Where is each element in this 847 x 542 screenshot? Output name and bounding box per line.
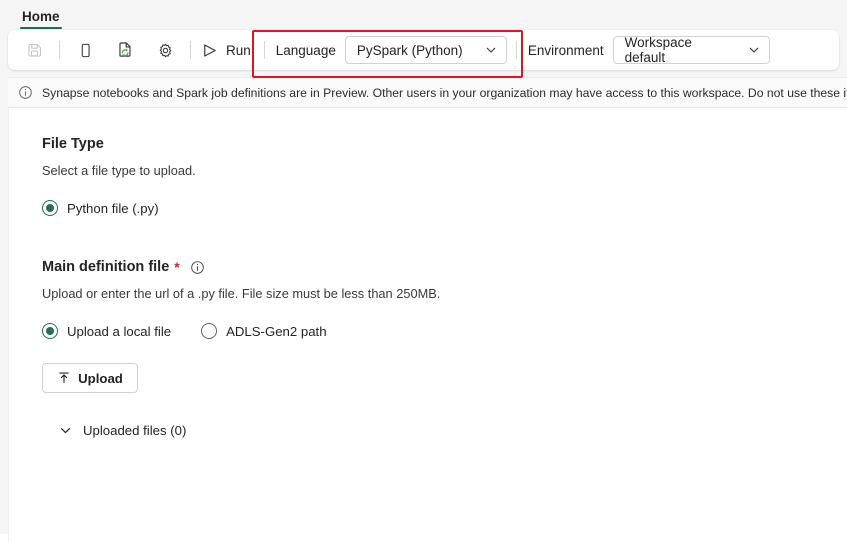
upload-icon <box>57 371 71 385</box>
radio-option-label: ADLS-Gen2 path <box>226 323 327 339</box>
radio-indicator[interactable] <box>42 200 58 216</box>
toolbar-separator <box>515 41 517 59</box>
main-definition-file-radio-group: Upload a local file ADLS-Gen2 path <box>42 323 847 339</box>
upload-button-label: Upload <box>78 370 123 386</box>
main-definition-file-title: Main definition file * <box>42 259 847 275</box>
radio-indicator[interactable] <box>201 323 218 339</box>
toolbar-separator <box>190 41 191 59</box>
ribbon-tabstrip: Home <box>0 0 847 30</box>
gear-icon <box>157 42 174 59</box>
save-icon <box>26 42 43 59</box>
settings-button[interactable] <box>145 36 185 64</box>
main-definition-file-title-label: Main definition file <box>42 259 170 275</box>
tab-home[interactable]: Home <box>14 9 68 30</box>
preview-banner-text: Synapse notebooks and Spark job definiti… <box>42 85 847 100</box>
preview-info-banner: Synapse notebooks and Spark job definiti… <box>8 77 847 108</box>
mobile-preview-button[interactable] <box>65 36 105 64</box>
chevron-down-icon <box>59 424 72 437</box>
language-field-group: Language PySpark (Python) <box>276 36 507 64</box>
language-dropdown[interactable]: PySpark (Python) <box>344 36 507 64</box>
run-button-label: Run <box>226 42 251 58</box>
file-type-radio-group: Python file (.py) <box>42 200 847 216</box>
main-definition-file-section: Main definition file * Upload or enter t… <box>42 259 847 438</box>
toolbar-separator <box>263 41 265 59</box>
info-icon[interactable] <box>190 260 205 275</box>
tab-home-label: Home <box>22 9 60 24</box>
tablet-icon <box>77 42 94 59</box>
chevron-down-icon <box>748 44 760 56</box>
save-button[interactable] <box>14 36 54 64</box>
uploaded-files-label: Uploaded files (0) <box>83 423 187 438</box>
radio-option-label: Upload a local file <box>67 323 172 339</box>
language-dropdown-value: PySpark (Python) <box>356 42 463 58</box>
environment-field-group: Environment Workspace default <box>527 35 770 65</box>
language-label: Language <box>275 42 336 58</box>
environment-label: Environment <box>527 42 604 58</box>
sync-file-button[interactable] <box>105 36 145 64</box>
toolbar-separator <box>59 41 60 59</box>
radio-option-python-file[interactable]: Python file (.py) <box>42 200 159 216</box>
radio-indicator[interactable] <box>42 323 58 339</box>
main-content: File Type Select a file type to upload. … <box>8 108 847 542</box>
toolbar-container: Run Language PySpark (Python) Environmen… <box>0 30 847 70</box>
upload-button[interactable]: Upload <box>42 363 138 393</box>
chevron-down-icon <box>485 44 497 56</box>
radio-option-upload-local-file[interactable]: Upload a local file <box>42 323 171 339</box>
file-sync-icon <box>116 41 134 59</box>
main-definition-file-description: Upload or enter the url of a .py file. F… <box>42 286 441 301</box>
play-icon <box>200 41 219 60</box>
radio-option-label: Python file (.py) <box>67 200 159 216</box>
environment-dropdown-value: Workspace default <box>624 35 692 65</box>
info-icon <box>18 85 33 100</box>
file-type-title-label: File Type <box>42 136 104 152</box>
app-window: Home Run Language PySpark (Python) Envir… <box>0 0 847 542</box>
tab-active-indicator <box>20 26 62 29</box>
file-type-title: File Type <box>42 136 847 152</box>
run-button[interactable]: Run <box>196 36 259 64</box>
radio-option-adls-gen2-path[interactable]: ADLS-Gen2 path <box>201 323 327 339</box>
required-marker: * <box>174 259 180 275</box>
environment-dropdown[interactable]: Workspace default <box>612 35 770 65</box>
uploaded-files-toggle[interactable]: Uploaded files (0) <box>42 423 847 438</box>
file-type-section: File Type Select a file type to upload. … <box>42 136 847 216</box>
command-toolbar: Run Language PySpark (Python) Environmen… <box>8 30 839 70</box>
file-type-description: Select a file type to upload. <box>42 163 196 178</box>
